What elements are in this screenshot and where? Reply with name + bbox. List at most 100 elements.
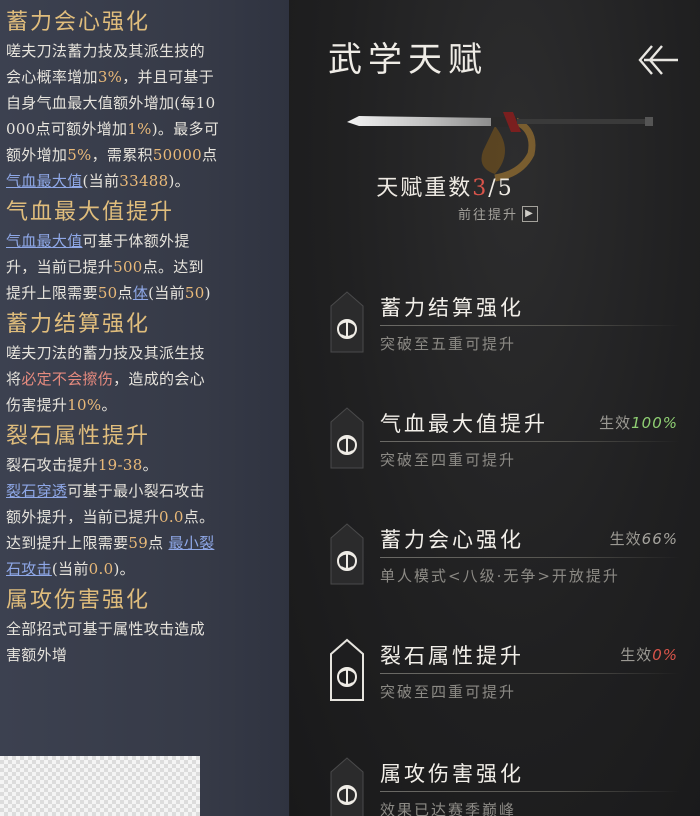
keyword-link[interactable]: 石攻击	[6, 560, 52, 578]
section-title: 气血最大值提升	[6, 200, 175, 225]
divider	[380, 325, 680, 326]
keyword-link[interactable]: 最小裂	[168, 534, 214, 552]
talent-level-total: 5	[497, 176, 514, 201]
text-span: 点	[148, 534, 169, 552]
talent-row[interactable]: 气血最大值提升 生效100% 突破至四重可提升	[328, 406, 690, 486]
keyword-link[interactable]: 气血最大值	[6, 232, 83, 250]
text-span: 点	[117, 284, 133, 302]
text-span: 5%	[67, 146, 92, 164]
talent-effect: 生效100%	[599, 412, 678, 433]
section-line: 升，当前已提升500点。达到	[6, 254, 283, 280]
talent-row[interactable]: 蓄力结算强化 突破至五重可提升	[328, 290, 690, 370]
section-line: 将必定不会擦伤，造成的会心	[6, 366, 283, 392]
back-arrow-icon	[638, 45, 678, 75]
section-line: 达到提升上限需要59点 最小裂	[6, 530, 283, 556]
talent-description: 单人模式<八级·无争>开放提升	[380, 567, 620, 585]
talent-description: 突破至五重可提升	[380, 335, 517, 353]
talent-level-sep: /	[488, 176, 498, 201]
text-span: 000点可额外增加	[6, 120, 128, 138]
talent-level-current: 3	[472, 176, 489, 201]
section-line: 嗟夫刀法蓄力技及其派生技的	[6, 38, 283, 64]
text-span: 。	[142, 456, 158, 474]
text-span: ，造成的会心	[113, 370, 205, 388]
text-span: ，需累积	[91, 146, 153, 164]
effect-value: 66%	[641, 530, 678, 548]
talent-row[interactable]: 蓄力会心强化 生效66% 单人模式<八级·无争>开放提升	[328, 522, 690, 602]
effect-label: 生效	[599, 414, 632, 432]
section-line: 裂石攻击提升19-38。	[6, 452, 283, 478]
section-body: 嗟夫刀法的蓄力技及其派生技 将必定不会擦伤，造成的会心 伤害提升10%。	[6, 340, 283, 418]
text-span: ，并且可基于	[122, 68, 215, 86]
text-span: 将	[6, 370, 22, 388]
section-body: 裂石攻击提升19-38。 裂石穿透可基于最小裂石攻击 额外提升，当前已提升0.0点。…	[6, 452, 283, 582]
talent-level-label: 天赋重数	[376, 176, 473, 201]
section-line: 气血最大值(当前33488)。	[6, 168, 283, 194]
goto-upgrade-link[interactable]: 前往提升 ▶	[458, 204, 539, 223]
text-span: 伤害提升	[6, 396, 68, 414]
talent-description: 突破至四重可提升	[380, 451, 517, 469]
talent-badge-icon	[330, 523, 364, 585]
section-line: 裂石穿透可基于最小裂石攻击	[6, 478, 283, 504]
section-line: 石攻击(当前0.0)。	[6, 556, 283, 582]
text-span: 可基于最小裂石攻击	[67, 482, 205, 500]
divider	[380, 791, 680, 792]
section-title: 蓄力会心强化	[6, 10, 151, 35]
section-title: 属攻伤害强化	[6, 588, 151, 613]
talent-row[interactable]: 裂石属性提升 生效0% 突破至四重可提升	[328, 638, 690, 718]
text-span: (当前	[82, 172, 120, 190]
text-span: 可基于体额外提	[82, 232, 190, 250]
text-span: 500	[113, 258, 143, 276]
text-span: 提升上限需要	[6, 284, 98, 302]
talent-name: 属攻伤害强化	[380, 762, 524, 786]
section-body: 嗟夫刀法蓄力技及其派生技的会心概率增加3%，并且可基于 自身气血最大值额外增加(每…	[6, 38, 283, 194]
text-span: (当前	[51, 560, 89, 578]
text-span: 全部招式可基于属性攻击造成	[6, 620, 205, 638]
text-span: 50	[97, 284, 118, 302]
section-body: 气血最大值可基于体额外提 升，当前已提升500点。达到 提升上限需要50点体(当前5…	[6, 228, 283, 306]
text-span: )	[204, 284, 211, 302]
back-button[interactable]	[634, 40, 680, 80]
talent-name: 蓄力会心强化	[380, 528, 524, 552]
talent-row[interactable]: 属攻伤害强化 效果已达赛季巅峰	[328, 756, 690, 816]
effect-value: 0%	[652, 646, 678, 664]
text-span: 嗟夫刀法的蓄力技及其派生技	[6, 344, 205, 362]
talent-effect: 生效0%	[620, 644, 678, 665]
talent-description: 突破至四重可提升	[380, 683, 517, 701]
keyword-link[interactable]: 气血最大值	[6, 172, 83, 190]
text-span: 达到提升上限需要	[6, 534, 129, 552]
talent-badge-icon	[330, 757, 364, 816]
section-line: 会心概率增加3%，并且可基于	[6, 64, 283, 90]
section-line: 额外增加5%，需累积50000点	[6, 142, 283, 168]
text-span: 3%	[97, 68, 123, 86]
text-span: 嗟夫刀法蓄力技及其派生技的	[6, 42, 205, 60]
text-span: 害额外增	[6, 646, 68, 664]
section-line: 额外提升，当前已提升0.0点。	[6, 504, 283, 530]
section-line: 气血最大值可基于体额外提	[6, 228, 283, 254]
section-line: 提升上限需要50点体(当前50)	[6, 280, 283, 306]
talent-name: 裂石属性提升	[380, 644, 524, 668]
divider	[380, 441, 680, 442]
text-span: )。	[113, 560, 135, 578]
text-span: 点	[202, 146, 218, 164]
effect-label: 生效	[620, 646, 653, 664]
text-span: 33488	[119, 172, 169, 190]
section-line: 全部招式可基于属性攻击造成	[6, 616, 283, 642]
section-line: 000点可额外增加1%)。最多可	[6, 116, 283, 142]
keyword-link[interactable]: 裂石穿透	[6, 482, 67, 500]
text-span: 19-38	[97, 456, 143, 474]
martial-talent-panel: 武学天赋 天赋重数3/5 前往提升 ▶ 蓄力结算强化 突破至五重可提升 气血最大值提	[290, 0, 700, 816]
text-span: 。	[101, 396, 117, 414]
section-title: 蓄力结算强化	[6, 312, 151, 337]
section-line: 自身气血最大值额外增加(每10	[6, 90, 283, 116]
text-span: 必定不会擦伤	[21, 370, 114, 388]
talent-detail-panel: 蓄力会心强化嗟夫刀法蓄力技及其派生技的会心概率增加3%，并且可基于 自身气血最大值…	[0, 0, 289, 816]
text-span: (当前	[148, 284, 185, 302]
text-span: 1%	[127, 120, 152, 138]
text-span: 点。	[183, 508, 215, 526]
text-span: 升，当前已提升	[6, 258, 114, 276]
text-span: )。	[168, 172, 190, 190]
section-line: 嗟夫刀法的蓄力技及其派生技	[6, 340, 283, 366]
talent-effect: 生效66%	[610, 528, 678, 549]
keyword-link[interactable]: 体	[133, 284, 148, 302]
text-span: 50	[184, 284, 205, 302]
